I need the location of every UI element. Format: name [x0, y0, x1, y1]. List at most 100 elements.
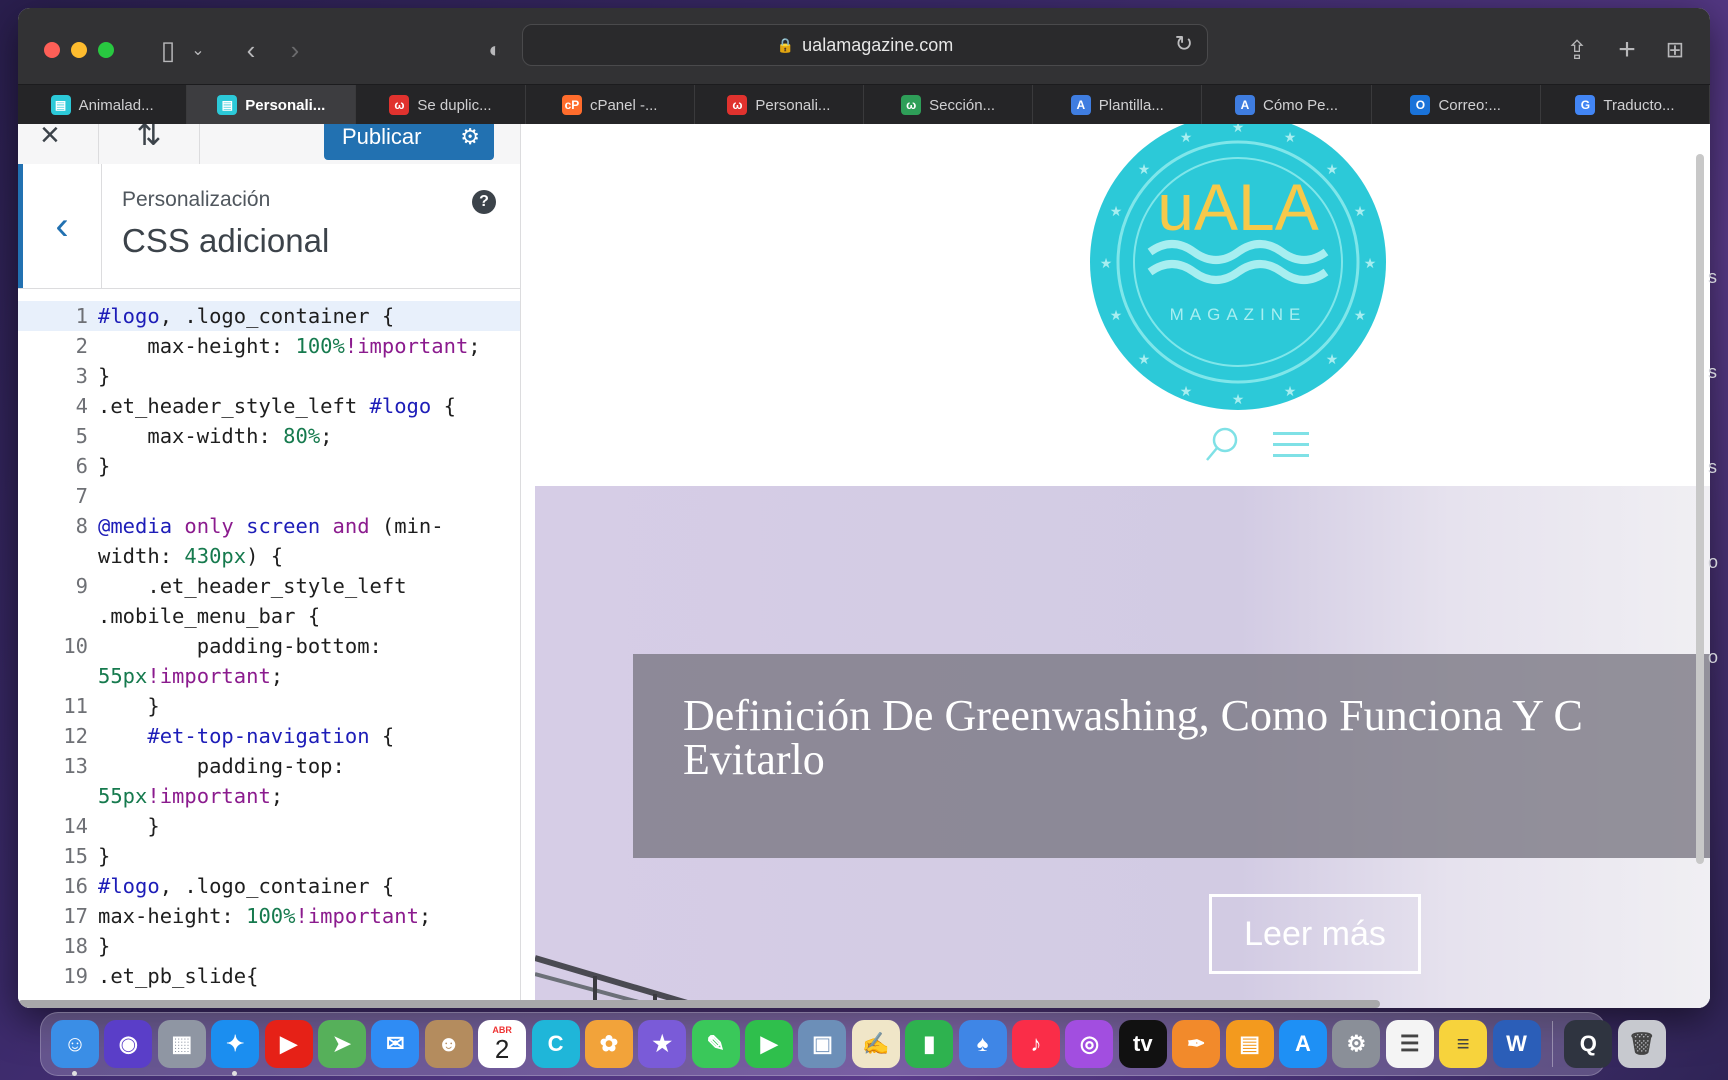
code-text: } — [98, 841, 508, 871]
code-line[interactable]: 3} — [18, 361, 520, 391]
code-text: } — [98, 811, 508, 841]
code-line[interactable]: 6} — [18, 451, 520, 481]
code-line[interactable]: 15} — [18, 841, 520, 871]
dock: ☺ ◉ ▦ ✦ ▶ ➤ ✉ ☻ ABR 2 C ✿ ★ ✎ ▶ ▣ ✍ ▮ ♠ ♪ ◎ tv ✒ ▤ A ⚙ ☰ ≡ W Q 🗑 — [40, 1012, 1666, 1076]
close-window-button[interactable] — [44, 42, 60, 58]
siri-icon[interactable]: ◉ — [104, 1020, 153, 1068]
tab-8[interactable]: A Cómo Pe... — [1202, 85, 1372, 125]
sidebar-toggle-icon[interactable]: ▯ — [148, 30, 188, 70]
reload-icon[interactable]: ↻ — [1175, 31, 1193, 57]
tab-5[interactable]: ω Personali... — [695, 85, 865, 125]
line-number: 10 — [63, 634, 88, 658]
safari-icon[interactable]: ✦ — [211, 1020, 260, 1076]
quicktime-icon[interactable]: Q — [1564, 1020, 1613, 1068]
code-line[interactable]: 11 } — [18, 691, 520, 721]
books-icon[interactable]: ▤ — [1225, 1020, 1274, 1068]
sort-arrows-icon[interactable]: ⇅ — [98, 124, 200, 164]
code-line[interactable]: 7 — [18, 481, 520, 511]
tab-3[interactable]: ω Se duplic... — [356, 85, 526, 125]
tab-4[interactable]: cP cPanel -... — [526, 85, 695, 125]
appletv-icon[interactable]: tv — [1118, 1020, 1167, 1068]
numbers-icon[interactable]: ▮ — [905, 1020, 954, 1068]
photos-icon[interactable]: ✿ — [584, 1020, 633, 1068]
tab-6[interactable]: ω Sección... — [864, 85, 1034, 125]
reminders-icon[interactable]: ☰ — [1385, 1020, 1434, 1068]
tab-1[interactable]: ▤ Animalad... — [18, 85, 188, 125]
code-line[interactable]: 19 .et_pb_slide{ — [18, 961, 520, 991]
textedit-icon[interactable]: ✍ — [851, 1020, 900, 1068]
appstore-icon[interactable]: A — [1278, 1020, 1327, 1068]
dock-separator — [1551, 1021, 1553, 1067]
podcasts-icon[interactable]: ◎ — [1065, 1020, 1114, 1068]
youtube-icon[interactable]: ▶ — [264, 1020, 313, 1068]
maps-icon[interactable]: ➤ — [317, 1020, 366, 1068]
pages-icon[interactable]: ✒ — [1172, 1020, 1221, 1068]
close-icon[interactable]: × — [40, 124, 60, 155]
help-icon[interactable]: ? — [472, 190, 496, 214]
code-line[interactable]: 16 #logo, .logo_container { — [18, 871, 520, 901]
facetime-icon[interactable]: ▶ — [745, 1020, 794, 1068]
code-text: } — [98, 931, 508, 961]
chevron-down-icon[interactable]: ⌄ — [186, 30, 210, 70]
finder-icon[interactable]: ☺ — [51, 1020, 99, 1076]
privacy-shield-icon[interactable]: ◐ — [480, 30, 510, 70]
horizontal-scrollbar[interactable] — [18, 1000, 1380, 1008]
tab-9[interactable]: O Correo:... — [1372, 85, 1541, 125]
code-line[interactable]: 17 max-height: 100%!important; — [18, 901, 520, 931]
tab-10[interactable]: G Traducto... — [1541, 85, 1710, 125]
back-button[interactable]: ‹ — [18, 164, 102, 288]
system-preferences-icon[interactable]: ⚙ — [1332, 1020, 1381, 1068]
imovie-icon[interactable]: ★ — [638, 1020, 687, 1068]
keynote-icon[interactable]: ♠ — [958, 1020, 1007, 1068]
code-line[interactable]: 8 @media only screen and (min- width: 430… — [18, 511, 520, 571]
share-icon[interactable]: ⇪ — [1562, 30, 1592, 70]
tab-2[interactable]: ▤ Personali... — [187, 85, 357, 125]
line-number: 3 — [75, 364, 88, 388]
tab-7[interactable]: A Plantilla... — [1033, 85, 1203, 125]
search-icon[interactable] — [1203, 424, 1243, 464]
customizer-favicon: ▤ — [50, 95, 71, 115]
code-line[interactable]: 10 padding-bottom: 55px!important; — [18, 631, 520, 691]
trash-icon[interactable]: 🗑 — [1617, 1020, 1666, 1068]
webempresa-favicon: ω — [389, 95, 410, 115]
gear-icon[interactable]: ⚙ — [442, 124, 480, 150]
css-editor[interactable]: 1 #logo, .logo_container {2 max-height: 1… — [18, 289, 520, 1008]
vertical-scrollbar[interactable] — [1696, 154, 1704, 864]
notes-icon[interactable]: ≡ — [1439, 1020, 1488, 1068]
canva-icon[interactable]: C — [531, 1020, 580, 1068]
messages-icon[interactable]: ✎ — [691, 1020, 740, 1068]
line-number: 11 — [63, 694, 88, 718]
publish-button[interactable]: Publicar ⚙ — [324, 124, 494, 160]
code-line[interactable]: 13 padding-top: 55px!important; — [18, 751, 520, 811]
mail-icon[interactable]: ✉ — [371, 1020, 420, 1068]
address-bar[interactable]: 🔒 ualamagazine.com ↻ — [522, 24, 1208, 66]
new-tab-icon[interactable]: + — [1612, 30, 1642, 70]
publish-label: Publicar — [342, 124, 422, 149]
zoom-window-button[interactable] — [98, 42, 114, 58]
launchpad-icon[interactable]: ▦ — [157, 1020, 206, 1068]
read-more-button[interactable]: Leer más — [1209, 894, 1421, 974]
code-line[interactable]: 12 #et-top-navigation { — [18, 721, 520, 751]
code-line[interactable]: 14 } — [18, 811, 520, 841]
calendar-icon[interactable]: ABR 2 — [478, 1020, 527, 1068]
tab-overview-icon[interactable]: ⊞ — [1660, 30, 1690, 70]
music-icon[interactable]: ♪ — [1012, 1020, 1061, 1068]
code-line[interactable]: 5 max-width: 80%; — [18, 421, 520, 451]
uala-logo[interactable]: ★ ★ ★ ★ ★ ★ ★ ★ ★ ★ ★ ★ ★ ★ ★ ★ uALA MAGAZINE — [1088, 124, 1388, 412]
back-icon[interactable]: ‹ — [236, 30, 266, 70]
code-line[interactable]: 1 #logo, .logo_container { — [18, 301, 520, 331]
code-line[interactable]: 9 .et_header_style_left .mobile_menu_bar… — [18, 571, 520, 631]
customizer-panel: 1 #logo, .logo_container {2 max-height: 1… — [18, 124, 521, 1008]
forward-icon[interactable]: › — [280, 30, 310, 70]
code-line[interactable]: 2 max-height: 100%!important; — [18, 331, 520, 361]
minimize-window-button[interactable] — [71, 42, 87, 58]
preview-icon[interactable]: ▣ — [798, 1020, 847, 1068]
line-number: 19 — [63, 964, 88, 988]
word-icon[interactable]: W — [1492, 1020, 1541, 1068]
contacts-icon[interactable]: ☻ — [424, 1020, 473, 1068]
code-line[interactable]: 18} — [18, 931, 520, 961]
hamburger-menu-icon[interactable] — [1273, 430, 1309, 460]
code-line[interactable]: 4 .et_header_style_left #logo { — [18, 391, 520, 421]
hero-title[interactable]: Definición De Greenwashing, Como Funcion… — [683, 694, 1583, 782]
code-text: padding-bottom: 55px!important; — [98, 631, 508, 691]
